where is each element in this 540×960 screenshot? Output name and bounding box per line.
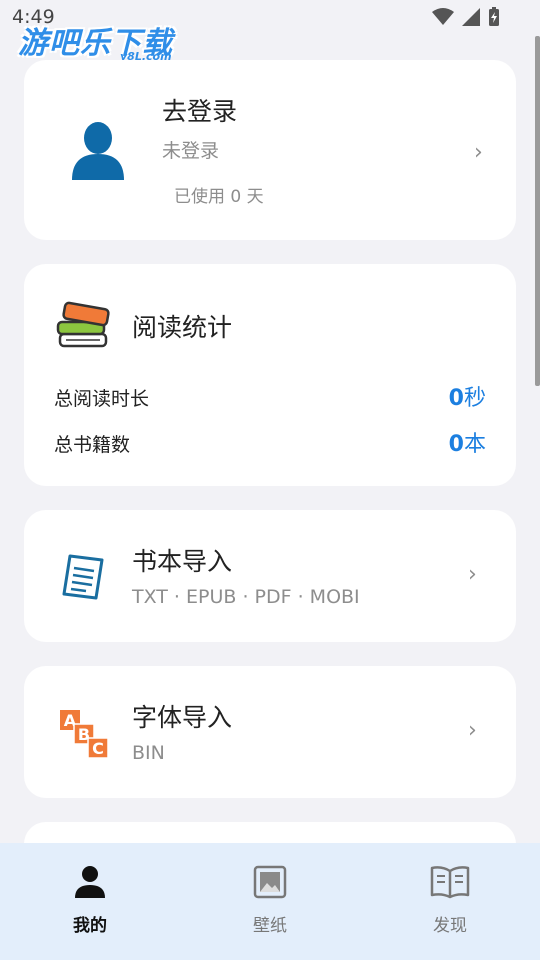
stat-value: 0本 <box>448 432 486 457</box>
abc-blocks-icon: A B C <box>60 710 109 759</box>
book-import-title: 书本导入 <box>132 547 233 576</box>
font-import-card[interactable]: A B C 字体导入 BIN › <box>24 666 516 798</box>
book-import-card[interactable]: 书本导入 TXT · EPUB · PDF · MOBI › <box>24 510 516 642</box>
stat-row-book-count: 总书籍数 0本 <box>54 426 486 458</box>
open-book-icon <box>430 866 470 899</box>
svg-text:C: C <box>92 739 104 758</box>
chevron-right-icon: › <box>468 718 477 743</box>
profile-screen: 4:49 游吧乐下载 y8L.com 去登录 未登录 已使用 0 天 › 阅读统… <box>0 0 540 960</box>
document-icon <box>62 554 104 600</box>
chevron-right-icon: › <box>474 140 483 165</box>
scrollbar[interactable] <box>535 36 540 386</box>
nav-label: 我的 <box>73 916 107 936</box>
user-avatar-icon <box>72 122 124 180</box>
person-icon <box>75 866 105 898</box>
stat-label: 总书籍数 <box>54 434 131 456</box>
font-import-title: 字体导入 <box>132 703 233 732</box>
stat-row-reading-time: 总阅读时长 0秒 <box>54 380 486 412</box>
login-card[interactable]: 去登录 未登录 已使用 0 天 › <box>24 60 516 240</box>
stats-title: 阅读统计 <box>132 313 233 342</box>
nav-item-mine[interactable]: 我的 <box>30 865 150 936</box>
reading-stats-card: 阅读统计 总阅读时长 0秒 总书籍数 0本 <box>24 264 516 486</box>
image-icon <box>253 865 287 899</box>
chevron-right-icon: › <box>468 562 477 587</box>
nav-item-wallpaper[interactable]: 壁纸 <box>210 865 330 936</box>
nav-item-discover[interactable]: 发现 <box>390 865 510 936</box>
login-title: 去登录 <box>162 97 238 126</box>
stat-value: 0秒 <box>448 386 486 411</box>
bottom-nav: 我的 壁纸 发现 <box>0 843 540 960</box>
nav-label: 发现 <box>433 916 467 936</box>
wifi-icon <box>432 8 454 25</box>
days-used: 已使用 0 天 <box>174 187 264 207</box>
cell-signal-icon <box>462 8 480 26</box>
books-stack-icon <box>56 301 110 348</box>
battery-icon <box>489 7 499 26</box>
book-import-formats: TXT · EPUB · PDF · MOBI <box>132 586 360 608</box>
status-icons <box>432 7 500 27</box>
nav-label: 壁纸 <box>253 916 287 936</box>
login-status: 未登录 <box>162 140 220 162</box>
font-import-formats: BIN <box>132 742 165 764</box>
stat-label: 总阅读时长 <box>54 388 150 410</box>
